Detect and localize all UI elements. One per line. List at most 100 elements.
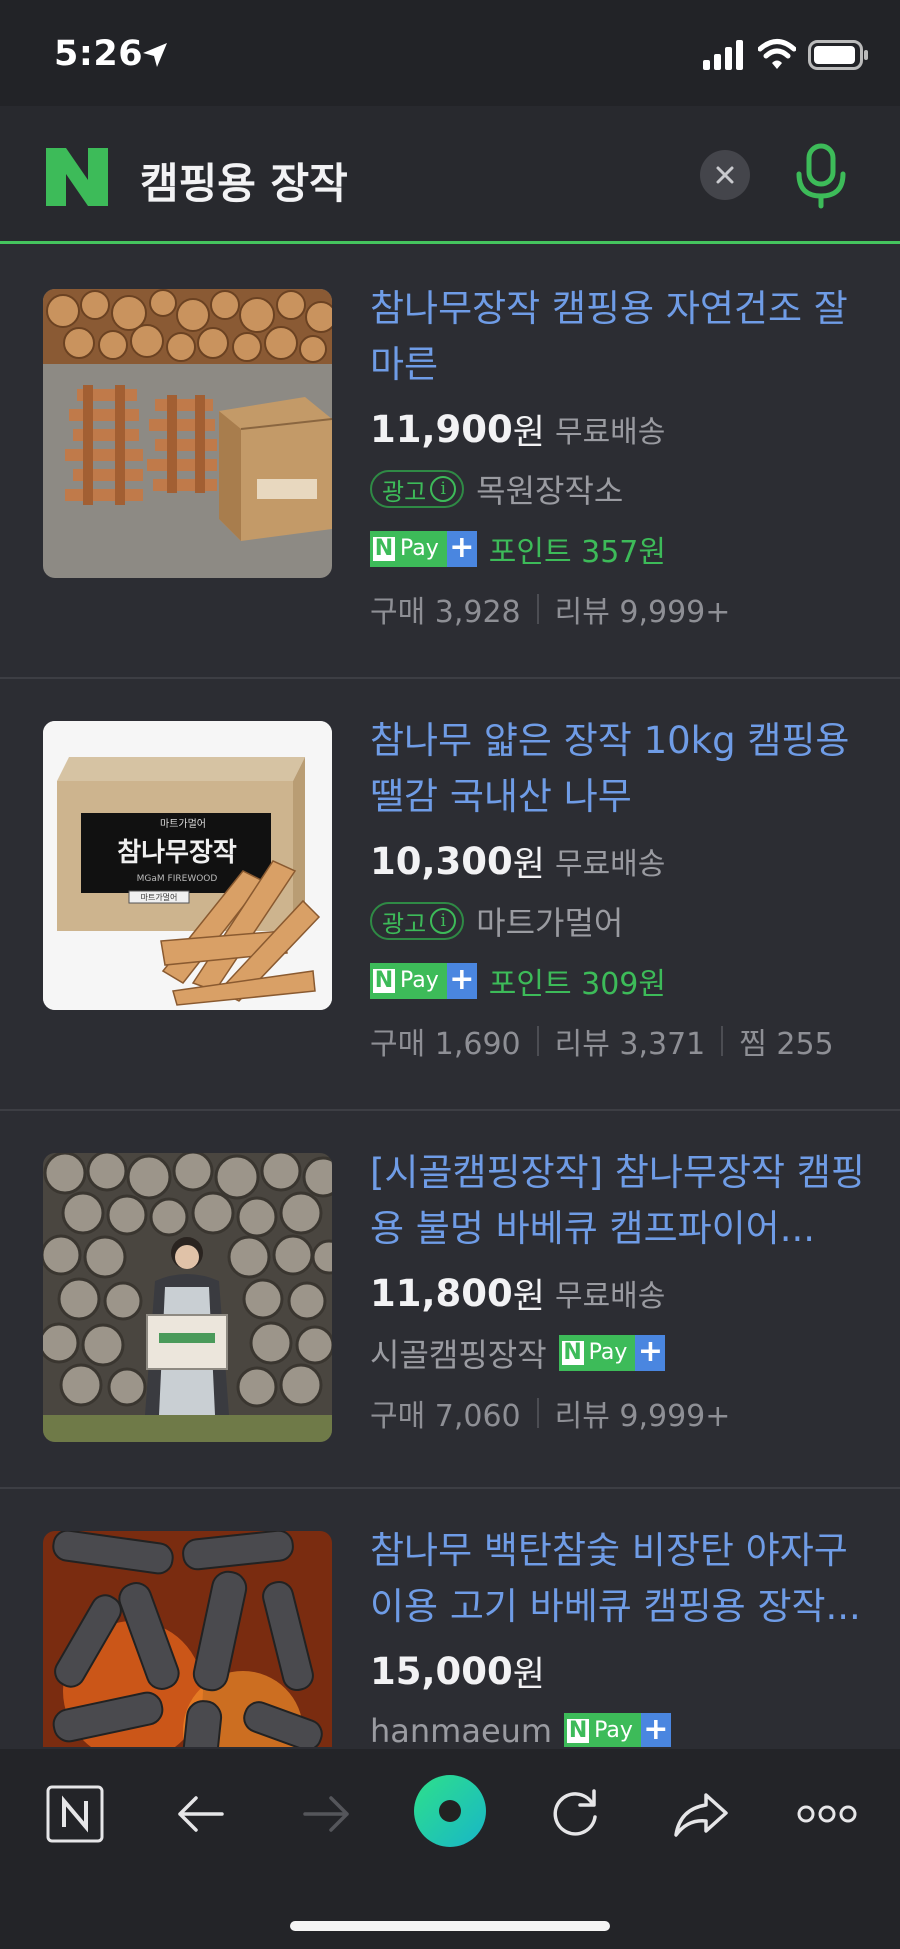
product-price: 11,800 bbox=[370, 1271, 513, 1315]
points-label: 포인트 357원 bbox=[488, 535, 666, 570]
product-image[interactable] bbox=[43, 1531, 332, 1747]
divider bbox=[536, 1398, 539, 1428]
product-card[interactable]: 마트가멀어 참나무장작 MGaM FIREWOOD 마트가멀어 참나무 얇은 장… bbox=[0, 679, 900, 1111]
share-icon[interactable] bbox=[666, 1779, 736, 1849]
product-info: 참나무장작 캠핑용 자연건조 잘 마른 11,900 원 무료배송 광고 i 목… bbox=[370, 281, 876, 639]
charcoal-image bbox=[43, 1531, 332, 1747]
seller-name[interactable]: 시골캠핑장작 bbox=[370, 1330, 547, 1376]
price-row: 15,000 원 bbox=[370, 1641, 876, 1701]
divider bbox=[536, 594, 539, 624]
product-card[interactable]: 참나무 백탄참숯 비장탄 야자구 이용 고기 바베큐 캠핑용 장작... 15,… bbox=[0, 1489, 900, 1747]
divider bbox=[721, 1026, 724, 1056]
more-icon[interactable] bbox=[792, 1779, 862, 1849]
stats-row: 구매 1,690 리뷰 3,371 찜 255 bbox=[370, 1011, 876, 1071]
microphone-icon[interactable] bbox=[793, 142, 849, 210]
product-info: 참나무 백탄참숯 비장탄 야자구 이용 고기 바베큐 캠핑용 장작... 15,… bbox=[370, 1523, 876, 1747]
currency-label: 원 bbox=[512, 412, 545, 453]
firewood-stacks-image bbox=[43, 289, 332, 578]
box-title: 참나무장작 bbox=[117, 838, 237, 868]
info-icon: i bbox=[430, 476, 457, 502]
pay-row: N Pay + 포인트 357원 bbox=[370, 519, 876, 579]
status-time: 5:26 bbox=[54, 34, 144, 74]
product-price: 10,300 bbox=[370, 839, 513, 883]
naver-pay-badge: N Pay + bbox=[370, 963, 477, 999]
naver-pay-badge: N Pay + bbox=[370, 531, 477, 567]
purchase-count: 구매 7,060 bbox=[370, 1399, 521, 1434]
shipping-label: 무료배송 bbox=[554, 415, 666, 450]
pay-label: Pay bbox=[584, 1335, 636, 1371]
browser-toolbar bbox=[0, 1749, 900, 1949]
pay-label: Pay bbox=[396, 963, 447, 999]
product-image[interactable] bbox=[43, 1153, 332, 1442]
seller-name[interactable]: hanmaeum bbox=[370, 1712, 552, 1747]
stats-row: 구매 3,928 리뷰 9,999+ bbox=[370, 579, 876, 639]
log-wall-with-person-image bbox=[43, 1153, 332, 1442]
product-price: 11,900 bbox=[370, 407, 513, 451]
product-info: [시골캠핑장작] 참나무장작 캠핑용 불멍 바베큐 캠프파이어... 11,80… bbox=[370, 1145, 876, 1443]
product-card[interactable]: 참나무장작 캠핑용 자연건조 잘 마른 11,900 원 무료배송 광고 i 목… bbox=[0, 247, 900, 679]
plus-icon: + bbox=[446, 963, 477, 999]
product-title[interactable]: 참나무 백탄참숯 비장탄 야자구 이용 고기 바베큐 캠핑용 장작... bbox=[370, 1523, 876, 1635]
naver-n-icon: N bbox=[558, 1335, 585, 1371]
info-icon: i bbox=[430, 908, 457, 934]
naver-n-icon: N bbox=[370, 963, 396, 999]
seller-row: 시골캠핑장작 N Pay + bbox=[370, 1323, 876, 1383]
cellular-signal-icon bbox=[703, 40, 743, 70]
box-brand-small: 마트가멀어 bbox=[160, 817, 206, 830]
naver-logo-icon[interactable] bbox=[46, 148, 108, 206]
review-count: 리뷰 3,371 bbox=[554, 1027, 706, 1062]
naver-n-icon: N bbox=[564, 1713, 591, 1747]
close-icon bbox=[716, 166, 734, 184]
battery-icon bbox=[808, 40, 868, 70]
seller-row: 광고 i 마트가멀어 bbox=[370, 891, 876, 951]
price-row: 11,800 원 무료배송 bbox=[370, 1263, 876, 1323]
home-indicator bbox=[290, 1921, 610, 1931]
clear-search-button[interactable] bbox=[700, 150, 750, 200]
product-title[interactable]: 참나무장작 캠핑용 자연건조 잘 마른 bbox=[370, 281, 876, 393]
product-card[interactable]: [시골캠핑장작] 참나무장작 캠핑용 불멍 바베큐 캠프파이어... 11,80… bbox=[0, 1111, 900, 1489]
product-price: 15,000 bbox=[370, 1649, 513, 1693]
naver-n-icon: N bbox=[370, 531, 396, 567]
purchase-count: 구매 3,928 bbox=[370, 595, 521, 630]
forward-arrow-icon[interactable] bbox=[291, 1779, 361, 1849]
ad-badge[interactable]: 광고 i bbox=[370, 902, 465, 940]
seller-row: hanmaeum N Pay + bbox=[370, 1701, 876, 1747]
stats-row: 구매 7,060 리뷰 9,999+ bbox=[370, 1383, 876, 1443]
product-info: 참나무 얇은 장작 10kg 캠핑용 땔감 국내산 나무 10,300 원 무료… bbox=[370, 713, 876, 1071]
price-row: 10,300 원 무료배송 bbox=[370, 831, 876, 891]
wishlist-count: 찜 255 bbox=[739, 1027, 834, 1062]
status-bar: 5:26 bbox=[0, 0, 900, 106]
ad-label: 광고 bbox=[382, 477, 427, 506]
back-arrow-icon[interactable] bbox=[166, 1779, 236, 1849]
product-list: 참나무장작 캠핑용 자연건조 잘 마른 11,900 원 무료배송 광고 i 목… bbox=[0, 247, 900, 1747]
product-image[interactable] bbox=[43, 289, 332, 578]
firewood-box-image: 마트가멀어 참나무장작 MGaM FIREWOOD 마트가멀어 bbox=[43, 721, 332, 1010]
pay-label: Pay bbox=[590, 1713, 641, 1747]
naver-pay-badge: N Pay + bbox=[558, 1335, 666, 1371]
search-query[interactable]: 캠핑용 장작 bbox=[140, 150, 348, 211]
pay-row: N Pay + 포인트 309원 bbox=[370, 951, 876, 1011]
naver-home-icon[interactable] bbox=[40, 1779, 110, 1849]
currency-label: 원 bbox=[512, 1654, 545, 1695]
product-image[interactable]: 마트가멀어 참나무장작 MGaM FIREWOOD 마트가멀어 bbox=[43, 721, 332, 1010]
currency-label: 원 bbox=[512, 1276, 545, 1317]
search-bar: 캠핑용 장작 bbox=[0, 106, 900, 244]
seller-name[interactable]: 마트가멀어 bbox=[476, 898, 623, 944]
points-label: 포인트 309원 bbox=[488, 967, 666, 1002]
product-title[interactable]: 참나무 얇은 장작 10kg 캠핑용 땔감 국내산 나무 bbox=[370, 713, 876, 825]
currency-label: 원 bbox=[512, 844, 545, 885]
location-arrow-icon bbox=[143, 43, 167, 67]
plus-icon: + bbox=[635, 1335, 666, 1371]
naver-pay-badge: N Pay + bbox=[564, 1713, 671, 1747]
reload-icon[interactable] bbox=[540, 1779, 610, 1849]
plus-icon: + bbox=[640, 1713, 671, 1747]
shipping-label: 무료배송 bbox=[554, 1279, 666, 1314]
seller-name[interactable]: 목원장작소 bbox=[476, 466, 623, 512]
review-count: 리뷰 9,999+ bbox=[554, 1399, 731, 1434]
price-row: 11,900 원 무료배송 bbox=[370, 399, 876, 459]
purchase-count: 구매 1,690 bbox=[370, 1027, 521, 1062]
divider bbox=[536, 1026, 539, 1056]
ad-badge[interactable]: 광고 i bbox=[370, 470, 465, 508]
product-title[interactable]: [시골캠핑장작] 참나무장작 캠핑용 불멍 바베큐 캠프파이어... bbox=[370, 1145, 876, 1257]
green-dot-icon[interactable] bbox=[412, 1773, 488, 1849]
